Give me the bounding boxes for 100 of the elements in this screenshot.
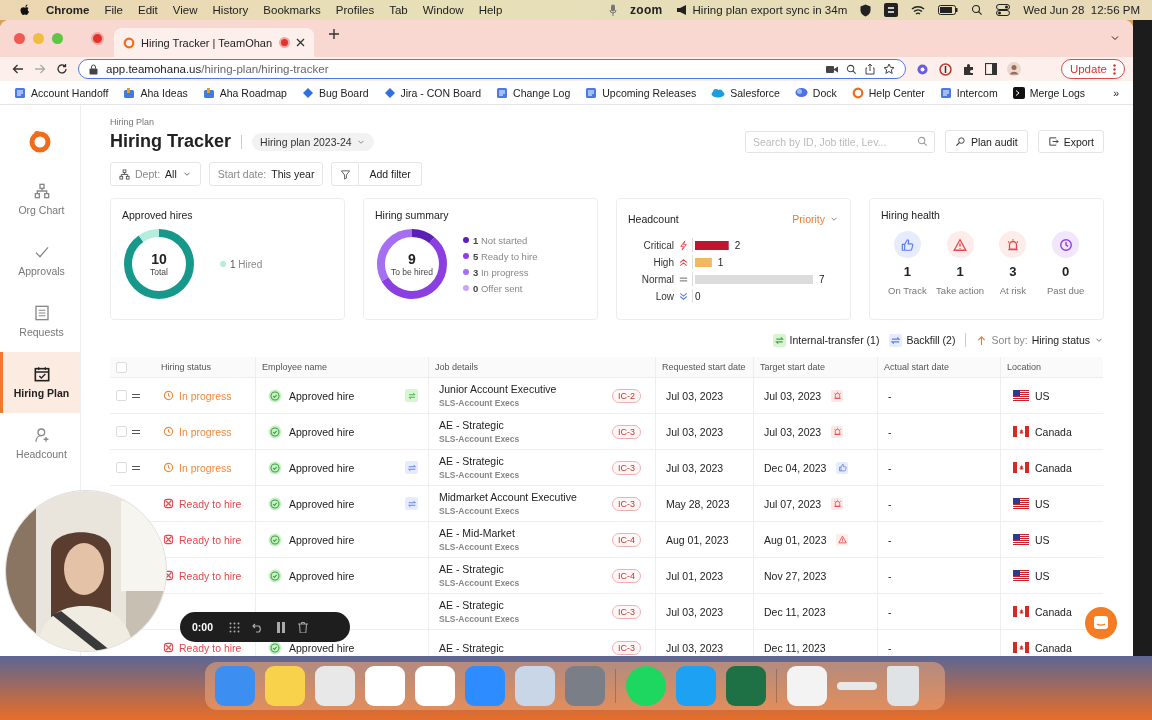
audit-button[interactable]: Plan audit (944, 130, 1028, 153)
menu-item[interactable]: Profiles (335, 4, 375, 16)
column-header[interactable]: Hiring status (161, 362, 212, 372)
plus-icon[interactable] (328, 27, 340, 40)
menu-item[interactable]: Tab (389, 4, 408, 16)
pause-icon[interactable] (276, 621, 286, 633)
export-button[interactable]: Export (1037, 130, 1104, 153)
shield-icon[interactable] (860, 3, 872, 17)
control-center-icon[interactable] (996, 4, 1011, 16)
address-bar[interactable]: app.teamohana.us/hiring-plan/hiring-tracker (78, 59, 906, 79)
checkbox[interactable] (116, 361, 127, 373)
bookmark-link[interactable]: Aha Roadmap (219, 86, 287, 99)
sidebar-icon[interactable] (985, 63, 997, 75)
bookmark-link[interactable]: Account Handoff (31, 86, 109, 99)
trash-icon[interactable] (298, 621, 308, 633)
app-icon[interactable] (726, 666, 766, 706)
browser-tab[interactable]: Hiring Tracker | TeamOhan (114, 28, 314, 57)
sidebar-item[interactable]: Org Chart (0, 169, 80, 230)
forward-icon[interactable] (34, 63, 46, 75)
column-header[interactable]: Location (1007, 362, 1042, 372)
bookmark-link[interactable]: Jira - CON Board (400, 86, 482, 99)
checkbox[interactable] (116, 390, 127, 401)
chat-icon[interactable] (1093, 615, 1109, 631)
app-status-icon[interactable] (884, 3, 899, 17)
menu-item[interactable]: Bookmarks (263, 4, 321, 16)
bookmark-link[interactable]: Merge Logs (1029, 86, 1086, 99)
menu-item[interactable]: Help (478, 4, 503, 16)
sort-dropdown[interactable]: Sort by: Hiring status (976, 334, 1104, 346)
table-cell: Jul 03, 2023 (764, 425, 822, 438)
search-field[interactable]: Search by ID, Job title, Lev... (744, 130, 935, 153)
share-icon[interactable] (865, 63, 875, 75)
filter-dropdown[interactable]: Dept: All (110, 162, 201, 186)
window-thumbnail[interactable] (787, 666, 827, 706)
bar-value: 7 (819, 273, 825, 285)
sidebar-item[interactable]: Requests (0, 291, 80, 352)
bookmark-link[interactable]: Help Center (868, 86, 925, 99)
alarm-icon (832, 427, 842, 436)
notice-text[interactable]: Hiring plan export sync in 34m (692, 4, 848, 16)
megaphone-icon (675, 4, 688, 16)
app-icon[interactable] (365, 666, 405, 706)
checkbox[interactable] (116, 426, 127, 437)
bookmark-link[interactable]: Upcoming Releases (602, 86, 697, 99)
app-icon[interactable] (315, 666, 355, 706)
bookmark-link[interactable]: Dock (812, 86, 837, 99)
star-icon[interactable] (883, 63, 895, 75)
column-header[interactable]: Actual start date (884, 362, 950, 372)
menu-item[interactable]: File (104, 4, 123, 16)
back-icon[interactable] (12, 63, 24, 75)
wifi-icon[interactable] (911, 4, 926, 16)
close-window-button[interactable] (14, 33, 25, 44)
battery-icon[interactable] (938, 5, 959, 15)
logo-icon[interactable] (28, 129, 52, 153)
menu-item[interactable]: History (212, 4, 249, 16)
camera-icon[interactable] (826, 64, 838, 74)
sidebar-item[interactable]: Approvals (0, 230, 80, 291)
zoom-window-button[interactable] (52, 33, 63, 44)
zoom-menu[interactable]: zoom (630, 3, 663, 17)
checkbox[interactable] (116, 462, 127, 473)
microphone-icon[interactable] (609, 4, 617, 16)
bookmark-link[interactable]: Salesforce (730, 86, 780, 99)
column-header[interactable]: Employee name (262, 362, 328, 372)
add-filter-button[interactable]: Add filter (359, 162, 422, 186)
menu-item[interactable]: Window (422, 4, 464, 16)
sidebar-item[interactable]: Headcount (0, 413, 80, 474)
plan-dropdown[interactable]: Hiring plan 2023-24 (252, 132, 374, 151)
grid-icon[interactable] (229, 621, 240, 633)
more-bookmarks-button[interactable]: » (1113, 86, 1119, 99)
column-header[interactable]: Job details (435, 362, 479, 372)
apple-icon[interactable] (20, 3, 31, 17)
bookmark-link[interactable]: Bug Board (318, 86, 369, 99)
undo-icon[interactable] (252, 621, 264, 633)
app-icon[interactable] (265, 666, 305, 706)
filter-button[interactable] (331, 162, 360, 186)
app-icon[interactable] (626, 666, 666, 706)
close-icon[interactable] (296, 38, 305, 47)
app-icon[interactable] (515, 666, 555, 706)
more-icon[interactable] (1113, 63, 1116, 75)
column-header[interactable]: Requested start date (662, 362, 746, 372)
extension-icon[interactable] (916, 62, 929, 76)
update-button[interactable]: Update (1060, 59, 1125, 79)
priority-bar (695, 240, 729, 250)
sidebar-item[interactable]: Hiring Plan (0, 352, 80, 413)
bookmark-link[interactable]: Intercom (956, 86, 998, 99)
extension-icon[interactable] (939, 62, 952, 76)
menu-item[interactable]: View (172, 4, 198, 16)
menu-item[interactable]: Edit (138, 4, 158, 16)
breadcrumb[interactable]: Hiring Plan (110, 117, 1104, 127)
column-header[interactable]: Target start date (760, 362, 826, 372)
window-thumbnail[interactable] (837, 682, 877, 690)
bookmark-link[interactable]: Aha Ideas (140, 86, 188, 99)
status-icon (163, 642, 174, 653)
app-icon[interactable] (415, 666, 455, 706)
reload-icon[interactable] (56, 63, 68, 75)
health-count: 1 (956, 264, 964, 279)
clock-text[interactable]: Wed Jun 28 12:56 PM (1023, 4, 1140, 16)
bookmark-link[interactable]: Change Log (513, 86, 571, 99)
puzzle-icon[interactable] (962, 62, 975, 76)
filter-dropdown[interactable]: Start date: This year (208, 162, 324, 186)
app-menu[interactable]: Chrome (46, 4, 90, 16)
avatar-icon[interactable] (1007, 62, 1021, 76)
